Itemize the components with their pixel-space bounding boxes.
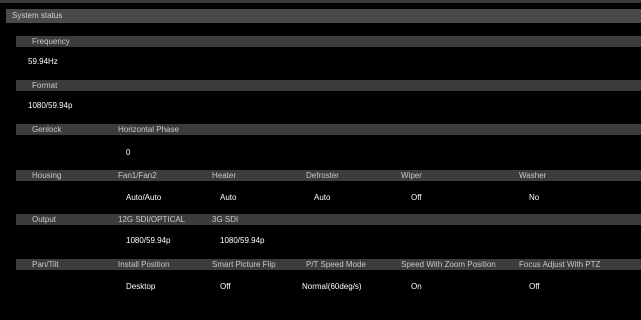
top-border [0, 0, 641, 3]
pantilt-col-speed-with-zoom: Speed With Zoom Position [401, 260, 496, 269]
format-label: Format [32, 81, 58, 90]
pantilt-focus-adjust-value: Off [529, 282, 540, 291]
output-col-12g-sdi-optical: 12G SDI/OPTICAL [118, 215, 186, 224]
pantilt-col-install-position: Install Position [118, 260, 170, 269]
genlock-col-horizontal-phase: Horizontal Phase [118, 125, 179, 134]
output-header: Output 12G SDI/OPTICAL 3G SDI [16, 214, 641, 225]
housing-col-defroster: Defroster [306, 171, 339, 180]
housing-washer-value: No [529, 193, 540, 202]
pantilt-header: Pan/Tilt Install Position Smart Picture … [16, 259, 641, 270]
genlock-header: Genlock Horizontal Phase [16, 124, 641, 135]
pantilt-col-focus-adjust: Focus Adjust With PTZ [519, 260, 601, 269]
frequency-header: Frequency [16, 36, 641, 47]
frequency-value: 59.94Hz [28, 57, 58, 66]
housing-col-heater: Heater [212, 171, 237, 180]
pantilt-col-pt-speed-mode: P/T Speed Mode [306, 260, 366, 269]
pantilt-smart-picture-flip-value: Off [220, 282, 231, 291]
genlock-label: Genlock [32, 125, 62, 134]
housing-col-washer: Washer [519, 171, 547, 180]
pantilt-col-smart-picture-flip: Smart Picture Flip [212, 260, 276, 269]
output-label: Output [32, 215, 57, 224]
housing-label: Housing [32, 171, 62, 180]
output-3g-sdi-value: 1080/59.94p [220, 236, 265, 245]
frequency-label: Frequency [32, 37, 70, 46]
pantilt-install-position-value: Desktop [126, 282, 156, 291]
housing-defroster-value: Auto [314, 193, 331, 202]
pantilt-pt-speed-mode-value: Normal(60deg/s) [302, 282, 362, 291]
housing-col-wiper: Wiper [401, 171, 422, 180]
housing-heater-value: Auto [220, 193, 237, 202]
format-header: Format [16, 80, 641, 91]
housing-header: Housing Fan1/Fan2 Heater Defroster Wiper… [16, 170, 641, 181]
format-value: 1080/59.94p [28, 101, 73, 110]
output-col-3g-sdi: 3G SDI [212, 215, 239, 224]
pantilt-speed-with-zoom-value: On [411, 282, 422, 291]
housing-col-fan: Fan1/Fan2 [118, 171, 157, 180]
genlock-horizontal-phase-value: 0 [126, 148, 131, 157]
pantilt-label: Pan/Tilt [32, 260, 59, 269]
page-title: System status [12, 11, 63, 20]
output-12g-sdi-value: 1080/59.94p [126, 236, 171, 245]
page-title-bar: System status [6, 9, 641, 23]
housing-fan-value: Auto/Auto [126, 193, 162, 202]
housing-wiper-value: Off [411, 193, 422, 202]
